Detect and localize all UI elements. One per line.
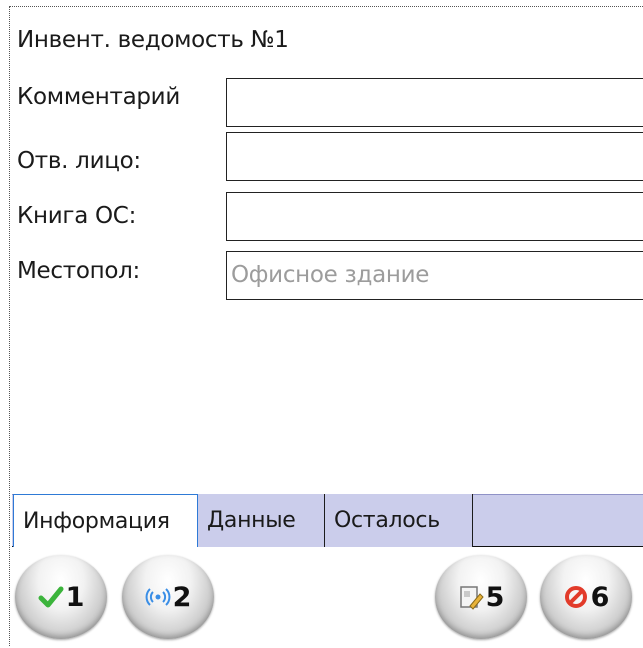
asset-book-label: Книга ОС: — [17, 203, 137, 229]
responsible-person-field[interactable] — [226, 132, 643, 181]
comment-label: Комментарий — [17, 84, 180, 110]
confirm-button-number: 1 — [65, 581, 85, 613]
tab-information[interactable]: Информация — [13, 494, 198, 547]
edit-button-number: 5 — [485, 581, 505, 613]
cancel-button[interactable]: 6 — [540, 555, 632, 639]
tab-remaining[interactable]: Осталось — [325, 494, 473, 547]
responsible-person-label: Отв. лицо: — [17, 148, 141, 174]
edit-button[interactable]: 5 — [435, 555, 527, 639]
edit-document-icon — [458, 584, 484, 610]
tab-data[interactable]: Данные — [198, 494, 325, 547]
confirm-button[interactable]: 1 — [15, 555, 107, 639]
asset-book-field[interactable] — [226, 192, 643, 241]
cancel-icon — [563, 584, 589, 610]
wireless-button-number: 2 — [172, 581, 192, 613]
location-value: Офисное здание — [231, 262, 430, 288]
wireless-button[interactable]: 2 — [122, 555, 214, 639]
cancel-button-number: 6 — [590, 581, 610, 613]
location-label: Местопол: — [17, 258, 140, 284]
comment-field[interactable] — [226, 78, 643, 127]
page-title: Инвент. ведомость №1 — [17, 27, 289, 53]
wireless-icon — [145, 584, 171, 610]
check-icon — [38, 584, 64, 610]
